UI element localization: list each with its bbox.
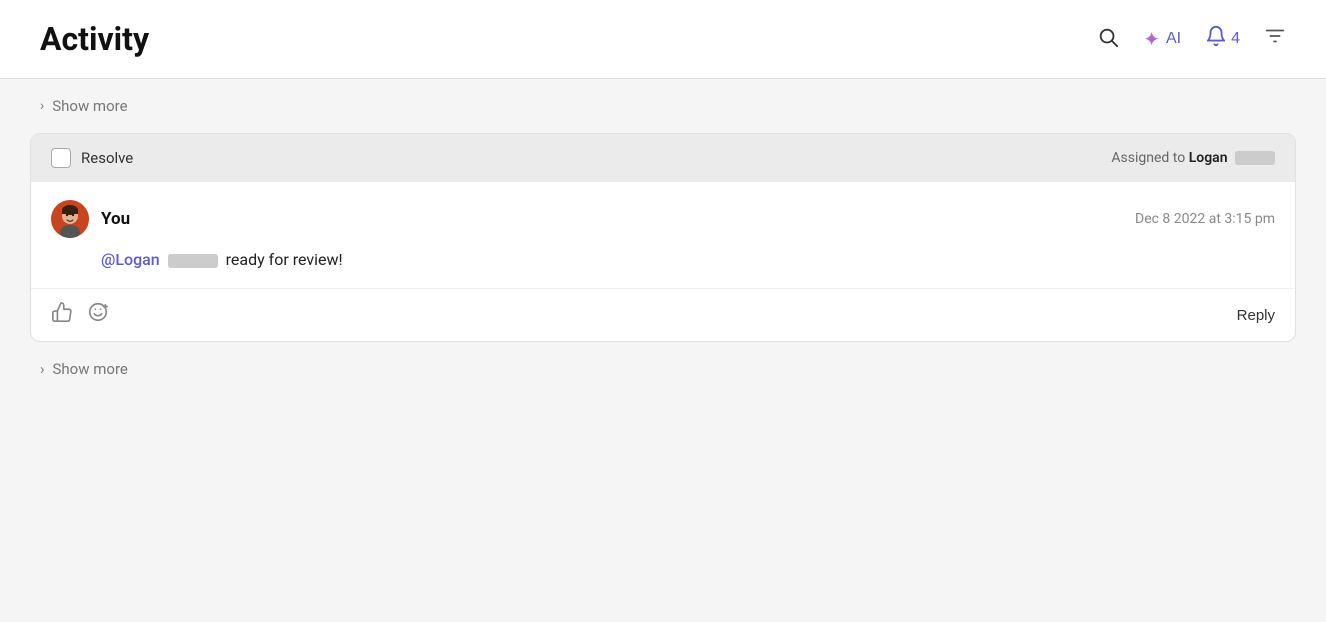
avatar	[51, 200, 89, 238]
ai-button[interactable]: ✦ AI	[1143, 27, 1181, 52]
emoji-add-icon	[87, 301, 109, 329]
reaction-buttons	[51, 301, 109, 329]
header-actions: ✦ AI 4	[1097, 25, 1286, 53]
search-icon	[1097, 26, 1119, 52]
chevron-right-icon: ›	[40, 98, 44, 114]
notifications-button[interactable]: 4	[1205, 25, 1240, 53]
comment-actions: Reply	[31, 289, 1295, 341]
show-more-bottom-label: Show more	[53, 360, 128, 378]
thumbs-up-icon	[51, 301, 73, 329]
search-button[interactable]	[1097, 26, 1119, 52]
assigned-to: Assigned to Logan	[1111, 150, 1275, 166]
filter-button[interactable]	[1264, 25, 1286, 53]
notification-count: 4	[1231, 30, 1240, 48]
comment-user: You	[51, 200, 130, 238]
page-title: Activity	[40, 20, 149, 58]
show-more-bottom[interactable]: › Show more	[30, 342, 1296, 396]
resolve-left: Resolve	[51, 148, 133, 168]
mention-tag[interactable]: @Logan	[101, 250, 160, 269]
ai-sparkle-icon: ✦	[1143, 27, 1160, 52]
filter-icon	[1264, 25, 1286, 53]
ai-label: AI	[1166, 30, 1181, 48]
comment-timestamp: Dec 8 2022 at 3:15 pm	[1135, 211, 1275, 227]
user-name: You	[101, 209, 130, 229]
comment-header: You Dec 8 2022 at 3:15 pm	[51, 200, 1275, 238]
comment-body: You Dec 8 2022 at 3:15 pm @Logan ready f…	[31, 182, 1295, 289]
comment-body-text: ready for review!	[226, 250, 343, 269]
assigned-text: Assigned to	[1111, 150, 1185, 166]
show-more-top[interactable]: › Show more	[30, 79, 1296, 133]
reply-button[interactable]: Reply	[1237, 307, 1275, 324]
resolve-bar: Resolve Assigned to Logan	[31, 134, 1295, 182]
mention-name-blurred	[168, 254, 218, 268]
comment-text: @Logan ready for review!	[51, 248, 1275, 272]
bell-icon	[1205, 25, 1227, 53]
assigned-avatar-placeholder	[1235, 151, 1275, 165]
resolve-label[interactable]: Resolve	[81, 149, 133, 167]
thumbs-up-button[interactable]	[51, 301, 73, 329]
chevron-right-icon-bottom: ›	[40, 360, 45, 378]
resolve-checkbox[interactable]	[51, 148, 71, 168]
emoji-add-button[interactable]	[87, 301, 109, 329]
comment-card: Resolve Assigned to Logan	[30, 133, 1296, 342]
assigned-name: Logan	[1189, 150, 1228, 166]
show-more-top-label: Show more	[52, 97, 127, 115]
page-header: Activity ✦ AI 4	[0, 0, 1326, 79]
content-area: › Show more Resolve Assigned to Logan	[0, 79, 1326, 622]
